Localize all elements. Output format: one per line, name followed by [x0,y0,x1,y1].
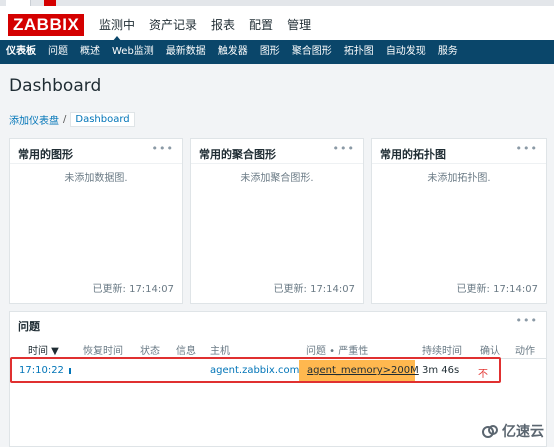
problems-widget: 问题 ••• 时间 ▼ 恢复时间 状态 信息 主机 问题 • 严重性 持续时间 … [9,311,547,447]
main-menu-configuration[interactable]: 配置 [249,16,273,34]
widget-menu-icon[interactable]: ••• [516,142,538,155]
main-menu-administration[interactable]: 管理 [287,16,311,34]
sub-menu-maps[interactable]: 拓扑图 [338,40,380,64]
col-actions: 动作 [515,346,535,357]
sub-menu-discovery[interactable]: 自动发现 [380,40,432,64]
breadcrumb-separator: / [63,113,67,125]
sub-menu-screens[interactable]: 聚合图形 [286,40,338,64]
sub-menu-latest-data[interactable]: 最新数据 [160,40,212,64]
main-menu-reports[interactable]: 报表 [211,16,235,34]
favourite-maps-widget: 常用的拓扑图 ••• 未添加拓扑图. 已更新: 17:14:07 [371,138,547,304]
widget-menu-icon[interactable]: ••• [333,142,355,155]
favourite-graphs-widget: 常用的图形 ••• 未添加数据图. 已更新: 17:14:07 [9,138,183,304]
sub-menu-web[interactable]: Web监测 [106,40,160,64]
widget-title: 问题 [18,320,40,333]
col-duration: 持续时间 [422,346,462,357]
divider [10,163,182,164]
col-status: 状态 [140,346,160,357]
widget-updated-time: 已更新: 17:14:07 [92,284,174,295]
main-menu-inventory[interactable]: 资产记录 [149,16,197,34]
add-dashboard-link[interactable]: 添加仪表盘 [9,112,59,127]
col-recovery-time: 恢复时间 [83,346,123,357]
widget-title: 常用的图形 [18,148,73,161]
sub-menu-dashboard[interactable]: 仪表板 [0,40,42,64]
widget-title: 常用的拓扑图 [380,148,446,161]
col-problem-severity: 问题 • 严重性 [306,346,369,357]
col-info: 信息 [176,346,196,357]
highlight-box [10,357,501,383]
sub-menu-graphs[interactable]: 图形 [254,40,286,64]
widget-menu-icon[interactable]: ••• [152,142,174,155]
main-menu-monitoring[interactable]: 监测中 [99,16,135,42]
sub-menu-services[interactable]: 服务 [432,40,464,64]
sub-menu-triggers[interactable]: 触发器 [212,40,254,64]
zabbix-logo[interactable]: ZABBIX [8,14,85,36]
widget-updated-time: 已更新: 17:14:07 [456,284,538,295]
favourite-screens-widget: 常用的聚合图形 ••• 未添加聚合图形. 已更新: 17:14:07 [190,138,364,304]
divider [191,163,363,164]
widget-menu-icon[interactable]: ••• [516,314,538,327]
sub-menu: 仪表板 问题 概述 Web监测 最新数据 触发器 图形 聚合图形 拓扑图 自动发… [0,40,554,64]
top-header: ZABBIX 监测中 资产记录 报表 配置 管理 [0,6,554,42]
col-ack: 确认 [480,346,500,357]
col-host: 主机 [210,346,230,357]
page-title: Dashboard [9,76,102,96]
widget-empty-text: 未添加数据图. [64,173,128,184]
col-time[interactable]: 时间 ▼ [28,342,59,357]
main-menu: 监测中 资产记录 报表 配置 管理 [92,16,318,42]
divider [372,163,546,164]
sub-menu-overview[interactable]: 概述 [74,40,106,64]
widget-updated-time: 已更新: 17:14:07 [273,284,355,295]
widget-empty-text: 未添加拓扑图. [427,173,491,184]
watermark-text: 亿速云 [502,424,544,440]
watermark: 亿速云 [482,421,544,441]
sub-menu-problems[interactable]: 问题 [42,40,74,64]
breadcrumb-current[interactable]: Dashboard [70,111,135,127]
widget-title: 常用的聚合图形 [199,148,276,161]
widget-empty-text: 未添加聚合图形. [240,173,314,184]
cloud-logo-icon [482,425,498,438]
breadcrumb: 添加仪表盘 / Dashboard [9,110,135,128]
